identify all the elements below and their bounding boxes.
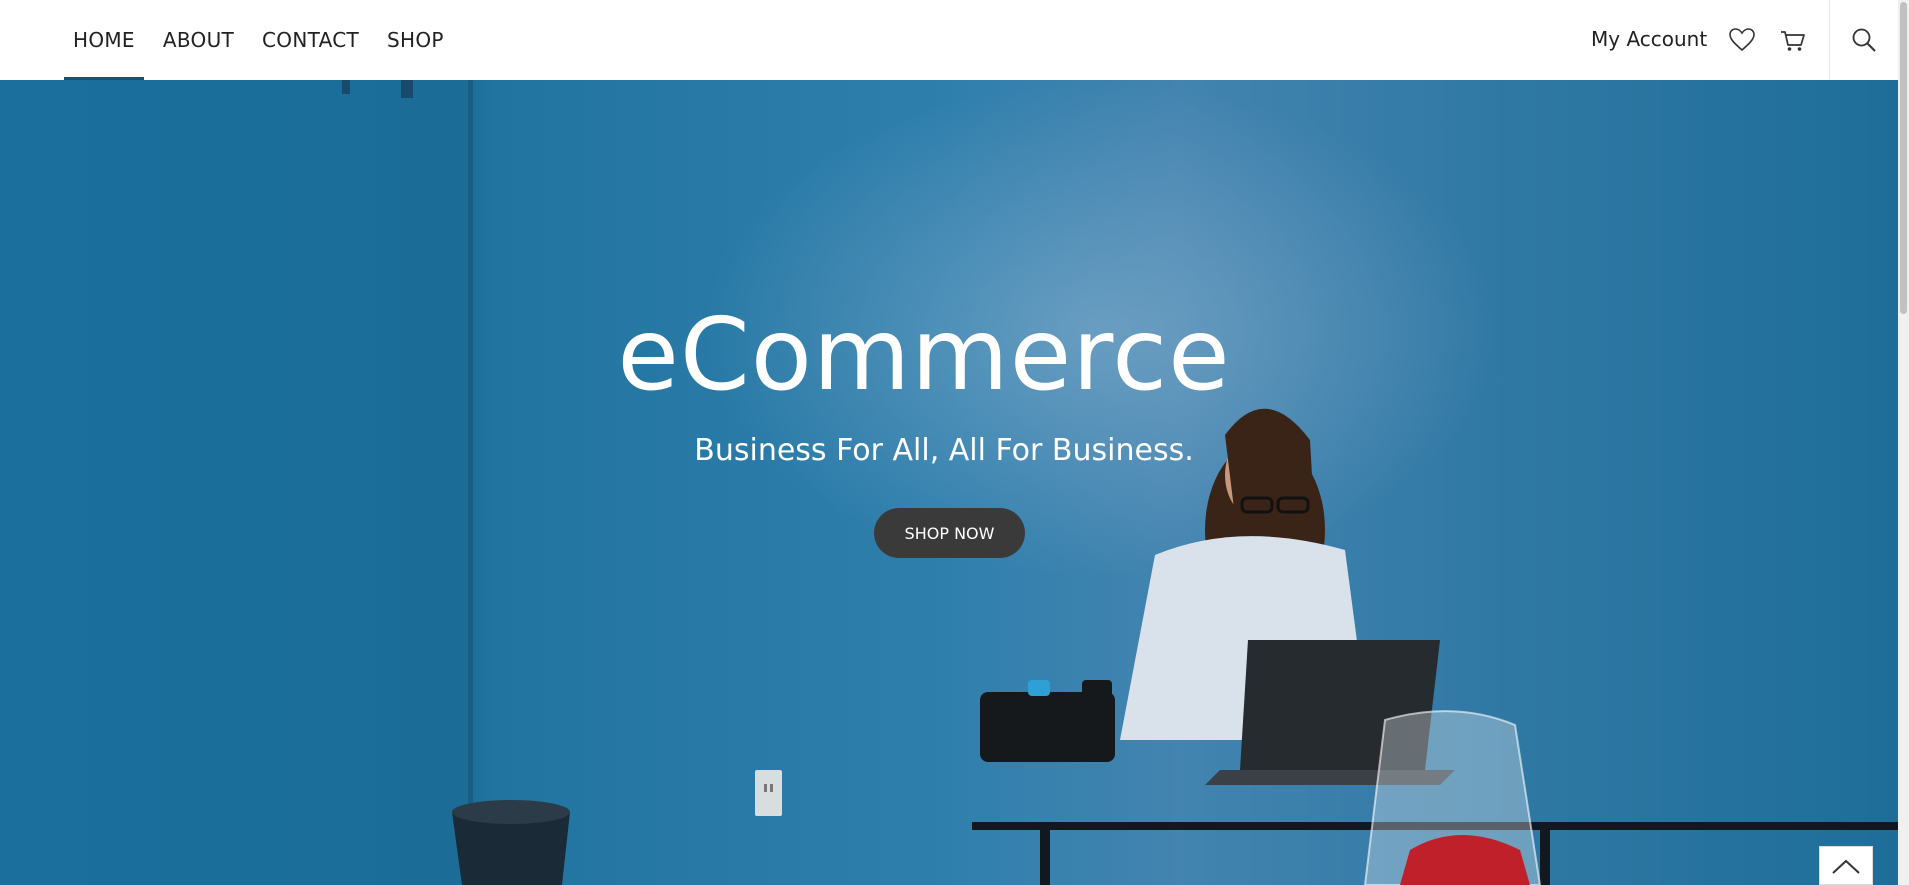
nav-item-shop[interactable]: SHOP <box>378 0 453 80</box>
chevron-up-icon <box>1832 859 1860 874</box>
shop-now-button[interactable]: SHOP NOW <box>874 508 1025 558</box>
search-icon <box>1852 28 1876 52</box>
back-to-top-button[interactable] <box>1819 846 1873 885</box>
my-account-link[interactable]: My Account <box>1591 0 1707 78</box>
main-nav: HOME ABOUT CONTACT SHOP <box>64 0 463 80</box>
hero-subtitle: Business For All, All For Business. <box>694 433 1194 468</box>
hero-banner: eCommerce Business For All, All For Busi… <box>0 80 1898 885</box>
page-scrollbar[interactable] <box>1898 0 1909 885</box>
hero-title: eCommerce <box>617 296 1231 413</box>
search-button[interactable] <box>1829 0 1898 80</box>
nav-item-contact[interactable]: CONTACT <box>253 0 368 80</box>
scrollbar-thumb[interactable] <box>1900 2 1907 314</box>
cart-icon[interactable] <box>1779 26 1807 54</box>
site-header: HOME ABOUT CONTACT SHOP My Account <box>0 0 1898 80</box>
hero-background-scene <box>342 80 1898 885</box>
heart-icon[interactable] <box>1728 26 1756 54</box>
nav-item-home[interactable]: HOME <box>64 0 144 80</box>
nav-item-about[interactable]: ABOUT <box>154 0 243 80</box>
